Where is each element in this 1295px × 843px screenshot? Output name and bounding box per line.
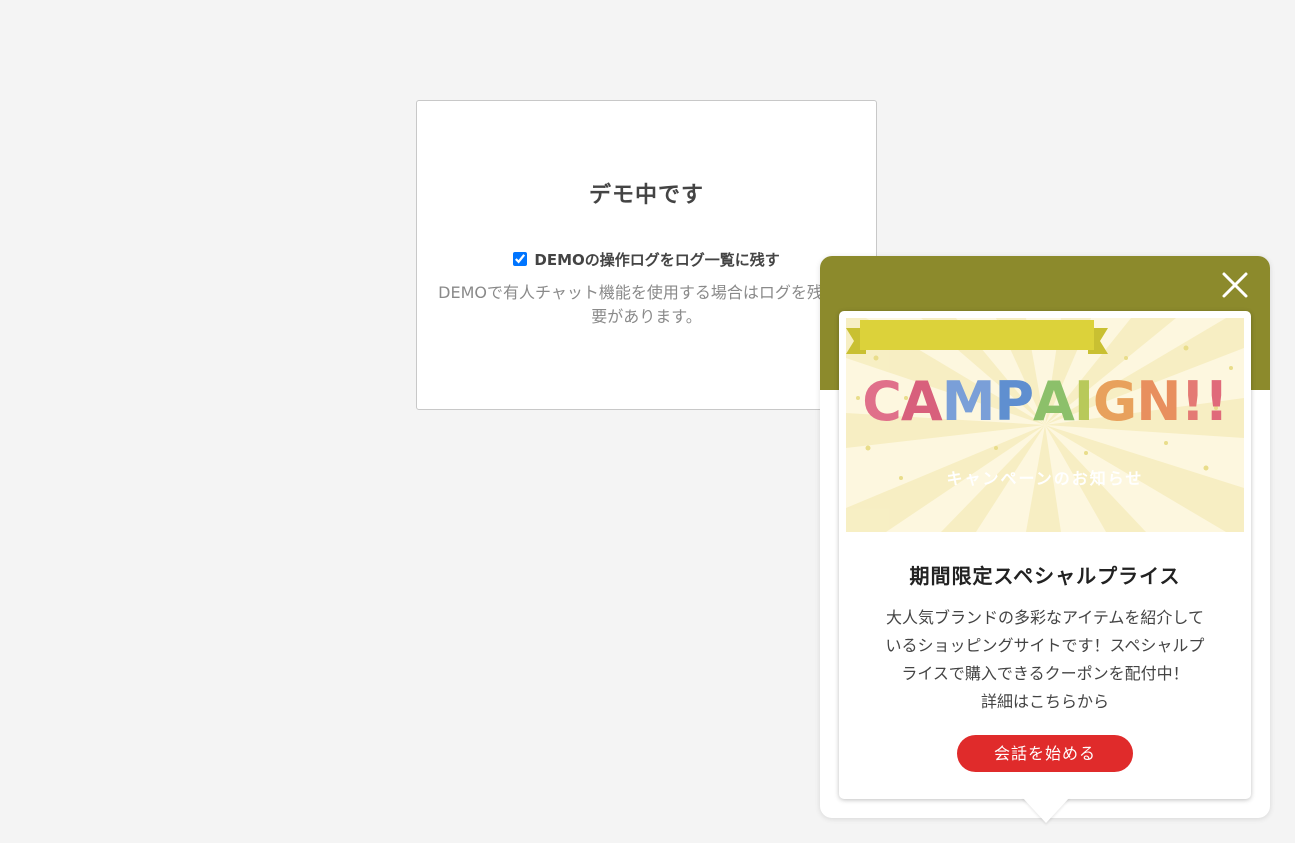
campaign-card: CAMPAIGN!! キャンペーンのお知らせ 期間限定スペシャルプライス 大人気… bbox=[839, 311, 1251, 799]
campaign-letter: M bbox=[941, 370, 996, 433]
campaign-letter: G bbox=[1092, 370, 1137, 433]
campaign-letter: ! bbox=[1204, 370, 1229, 433]
campaign-widget: CAMPAIGN!! キャンペーンのお知らせ 期間限定スペシャルプライス 大人気… bbox=[820, 256, 1270, 823]
campaign-letter: ! bbox=[1180, 370, 1205, 433]
campaign-headline: CAMPAIGN!! bbox=[846, 370, 1244, 434]
campaign-letter: P bbox=[994, 370, 1034, 433]
demo-log-checkbox-label[interactable]: DEMOの操作ログをログ一覧に残す bbox=[534, 251, 779, 269]
campaign-letter: I bbox=[1073, 370, 1094, 433]
campaign-letter: C bbox=[862, 370, 902, 433]
demo-description: DEMOで有人チャット機能を使用する場合はログを残す必要があります。 bbox=[438, 283, 855, 326]
close-icon bbox=[1222, 272, 1248, 298]
campaign-letter: A bbox=[1033, 370, 1075, 433]
campaign-description: 大人気ブランドの多彩なアイテムを紹介して いるショッピングサイトです！スペシャル… bbox=[885, 608, 1205, 711]
ribbon-icon bbox=[846, 320, 1108, 354]
demo-card: デモ中です DEMOの操作ログをログ一覧に残す DEMOで有人チャット機能を使用… bbox=[416, 100, 877, 410]
ribbon-label: キャンペーンのお知らせ bbox=[946, 469, 1144, 488]
demo-title: デモ中です bbox=[588, 183, 704, 208]
speech-pointer bbox=[1022, 797, 1070, 823]
campaign-title: 期間限定スペシャルプライス bbox=[909, 564, 1181, 588]
demo-log-option: DEMOの操作ログをログ一覧に残す bbox=[417, 249, 876, 270]
demo-log-checkbox[interactable] bbox=[513, 252, 528, 266]
campaign-letter: N bbox=[1136, 370, 1181, 433]
start-conversation-button[interactable]: 会話を始める bbox=[957, 735, 1133, 772]
campaign-banner: CAMPAIGN!! キャンペーンのお知らせ bbox=[846, 318, 1244, 532]
close-button[interactable] bbox=[1220, 270, 1250, 300]
campaign-letter: A bbox=[900, 370, 943, 433]
